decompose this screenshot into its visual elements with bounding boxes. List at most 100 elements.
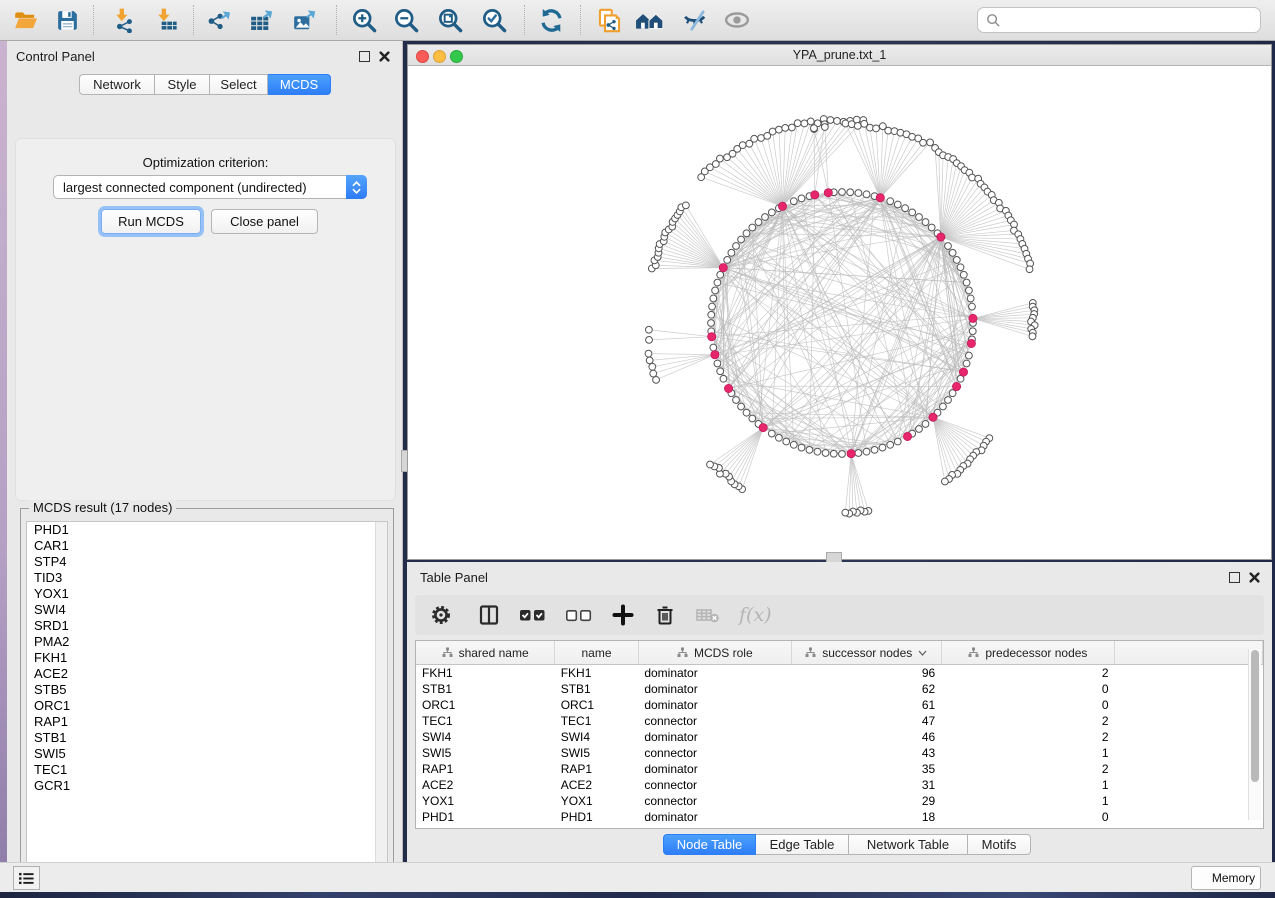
tab-network-table[interactable]: Network Table <box>849 834 968 855</box>
table-row[interactable]: PHD1PHD1dominator180 <box>416 809 1263 825</box>
first-neighbors-button[interactable] <box>633 4 667 36</box>
table-cell[interactable]: 43 <box>791 745 941 761</box>
network-node[interactable] <box>769 128 776 135</box>
table-row[interactable]: SWI5SWI5connector431 <box>416 745 1263 761</box>
search-input[interactable] <box>1006 12 1260 29</box>
network-node[interactable] <box>855 450 862 457</box>
table-cell[interactable] <box>1115 729 1263 745</box>
network-node[interactable] <box>885 127 892 134</box>
select-all-columns-icon[interactable] <box>519 603 547 627</box>
table-cell[interactable]: STB1 <box>555 681 639 697</box>
network-node[interactable] <box>653 376 660 383</box>
mcds-node[interactable] <box>824 189 832 197</box>
network-node[interactable] <box>1026 266 1033 273</box>
tab-network[interactable]: Network <box>79 74 155 95</box>
network-node[interactable] <box>830 450 837 457</box>
export-table-button[interactable] <box>245 4 279 36</box>
unselect-all-columns-icon[interactable] <box>565 603 593 627</box>
network-node[interactable] <box>949 249 956 256</box>
table-row[interactable]: STB1STB1dominator620 <box>416 681 1263 697</box>
network-node[interactable] <box>762 214 769 221</box>
network-node[interactable] <box>768 209 775 216</box>
network-node[interactable] <box>646 336 653 343</box>
network-node[interactable] <box>949 390 956 397</box>
network-node[interactable] <box>790 441 797 448</box>
network-node[interactable] <box>814 448 821 455</box>
tab-style[interactable]: Style <box>155 74 210 95</box>
network-node[interactable] <box>827 117 834 124</box>
network-node[interactable] <box>707 461 714 468</box>
table-scrollbar-thumb[interactable] <box>1251 650 1259 782</box>
network-window-titlebar[interactable]: YPA_prune.txt_1 <box>408 45 1271 66</box>
network-node[interactable] <box>733 397 740 404</box>
network-node[interactable] <box>940 403 947 410</box>
search-field[interactable] <box>977 7 1261 33</box>
table-cell[interactable]: ORC1 <box>555 697 639 713</box>
table-cell[interactable]: RAP1 <box>555 761 639 777</box>
network-node[interactable] <box>963 360 970 367</box>
mcds-node[interactable] <box>967 339 975 347</box>
table-cell[interactable]: 47 <box>791 713 941 729</box>
mcds-node[interactable] <box>778 202 786 210</box>
table-cell[interactable]: 0 <box>941 697 1114 713</box>
network-node[interactable] <box>945 397 952 404</box>
network-node[interactable] <box>728 249 735 256</box>
network-node[interactable] <box>755 219 762 226</box>
memory-button[interactable]: Memory <box>1191 866 1261 890</box>
import-network-button[interactable] <box>107 4 141 36</box>
table-cell[interactable]: SWI5 <box>416 745 555 761</box>
column-header-successor-nodes[interactable]: successor nodes <box>791 641 941 665</box>
mcds-node[interactable] <box>969 314 977 322</box>
table-cell[interactable] <box>1115 665 1263 682</box>
table-cell[interactable]: 0 <box>941 681 1114 697</box>
table-cell[interactable]: dominator <box>638 809 791 825</box>
table-settings-gear-icon[interactable] <box>429 603 453 627</box>
network-node[interactable] <box>969 174 976 181</box>
table-cell[interactable]: SWI4 <box>416 729 555 745</box>
column-header-predecessor-nodes[interactable]: predecessor nodes <box>941 641 1114 665</box>
network-node[interactable] <box>649 363 656 370</box>
network-node[interactable] <box>920 139 927 146</box>
network-node[interactable] <box>710 295 717 302</box>
table-cell[interactable]: 18 <box>791 809 941 825</box>
network-node[interactable] <box>790 198 797 205</box>
delete-column-trash-icon[interactable] <box>653 603 677 627</box>
network-node[interactable] <box>782 124 789 131</box>
hide-selected-button[interactable] <box>678 4 712 36</box>
network-node[interactable] <box>714 279 721 286</box>
network-node[interactable] <box>714 360 721 367</box>
network-node[interactable] <box>682 202 689 209</box>
network-node[interactable] <box>855 190 862 197</box>
table-cell[interactable]: 35 <box>791 761 941 777</box>
network-node[interactable] <box>733 243 740 250</box>
table-cell[interactable]: 1 <box>941 777 1114 793</box>
network-node[interactable] <box>709 303 716 310</box>
open-session-button[interactable] <box>9 4 43 36</box>
table-cell[interactable]: TEC1 <box>416 713 555 729</box>
mcds-node[interactable] <box>903 432 911 440</box>
mcds-result-item[interactable]: ORC1 <box>27 698 387 714</box>
mcds-result-item[interactable]: SWI4 <box>27 602 387 618</box>
network-node[interactable] <box>839 189 846 196</box>
table-cell[interactable] <box>1115 761 1263 777</box>
mcds-node[interactable] <box>711 351 719 359</box>
tab-node-table[interactable]: Node Table <box>663 834 756 855</box>
mcds-node[interactable] <box>876 194 884 202</box>
table-cell[interactable]: ORC1 <box>416 697 555 713</box>
mcds-result-item[interactable]: TEC1 <box>27 762 387 778</box>
network-node[interactable] <box>822 450 829 457</box>
table-cell[interactable]: YOX1 <box>416 793 555 809</box>
task-history-button[interactable] <box>13 866 40 890</box>
column-header-shared-name[interactable]: shared name <box>416 641 555 665</box>
network-node[interactable] <box>794 120 801 127</box>
table-cell[interactable]: 1 <box>941 745 1114 761</box>
mcds-result-item[interactable]: CAR1 <box>27 538 387 554</box>
zoom-in-button[interactable] <box>347 4 381 36</box>
network-node[interactable] <box>909 209 916 216</box>
network-node[interactable] <box>775 434 782 441</box>
network-node[interactable] <box>873 125 880 132</box>
network-node[interactable] <box>743 230 750 237</box>
network-node[interactable] <box>965 352 972 359</box>
table-cell[interactable] <box>1115 745 1263 761</box>
export-network-button[interactable] <box>202 4 236 36</box>
